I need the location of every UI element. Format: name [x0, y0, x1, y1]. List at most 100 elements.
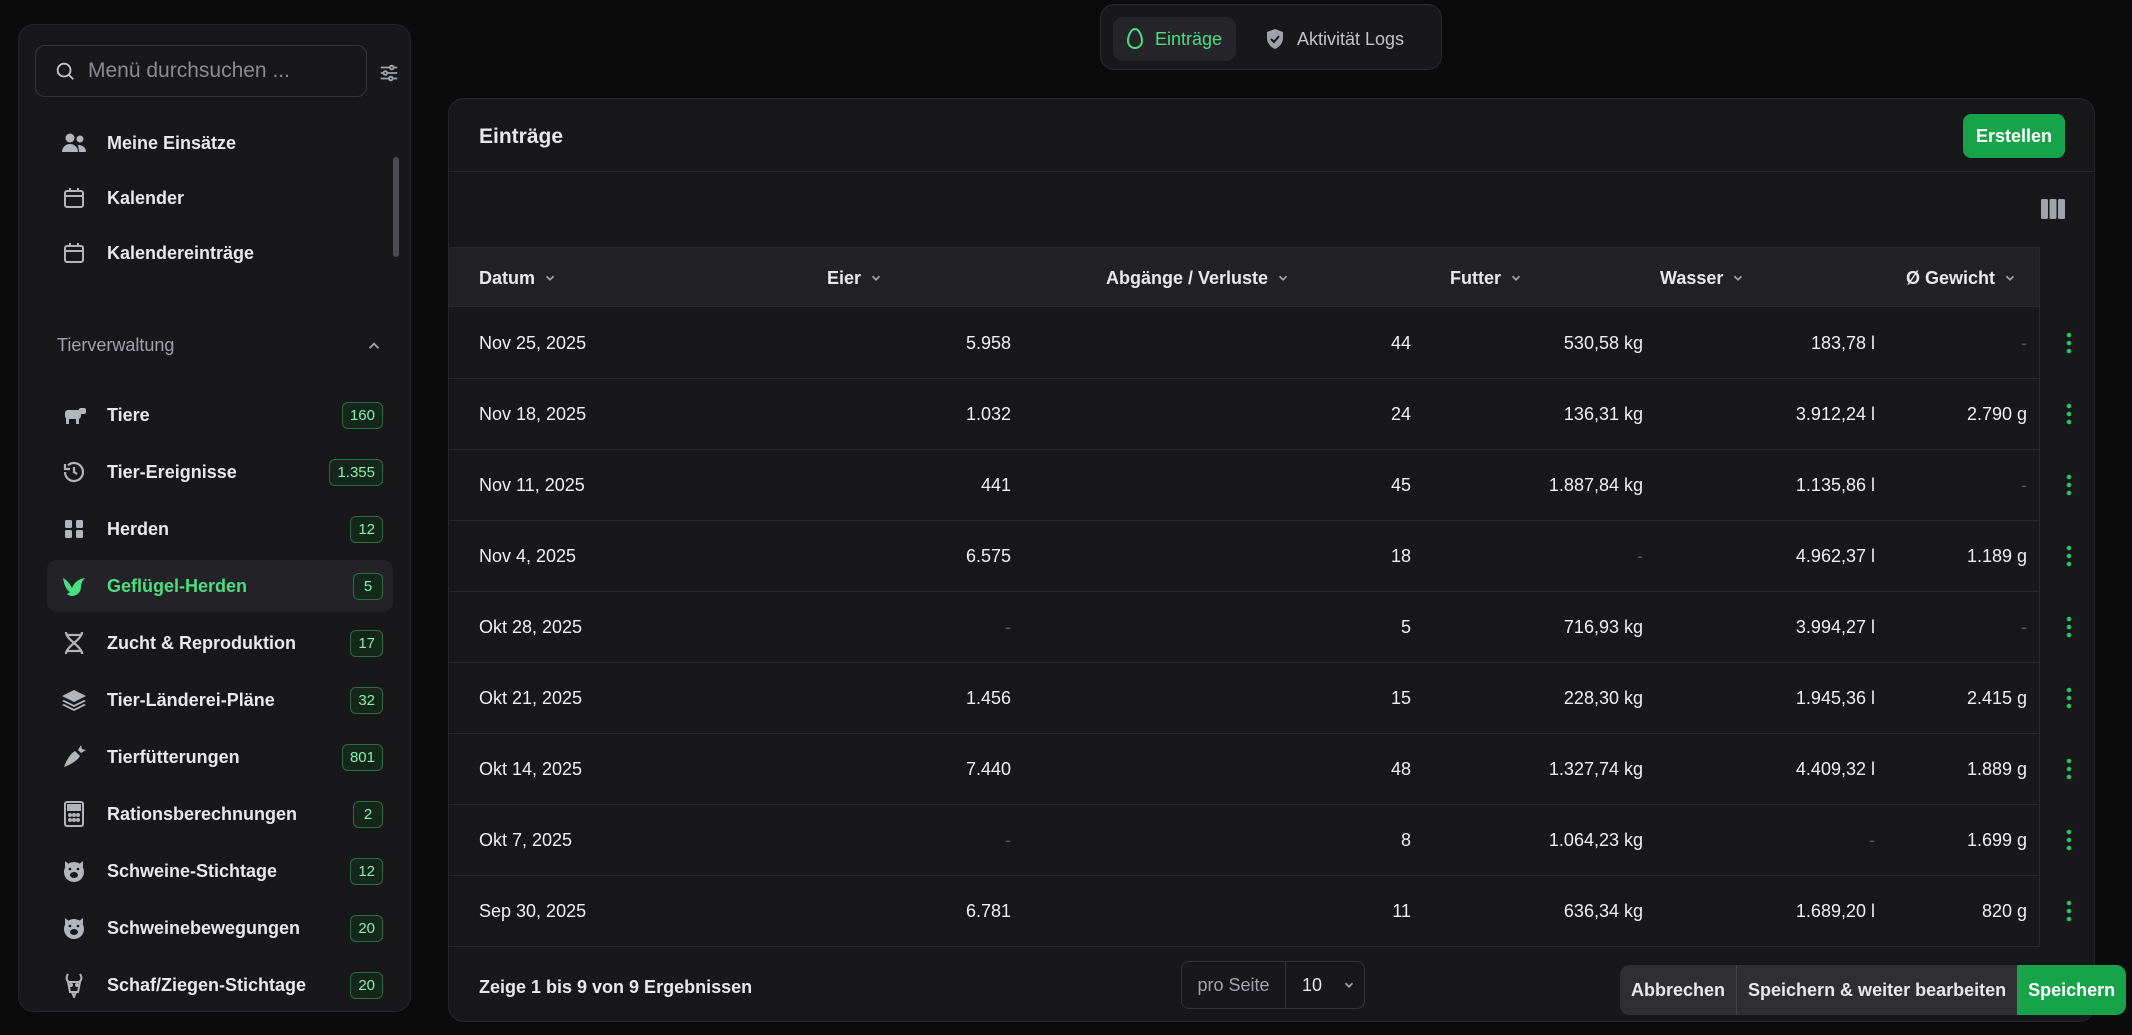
header-label: Abgänge / Verluste	[1106, 267, 1269, 288]
sidebar-item-schaf-ziegen-stichtage[interactable]: Schaf/Ziegen-Stichtage 20	[47, 959, 393, 1011]
cell-gewicht: 820 g	[1981, 900, 2027, 921]
sidebar-item-kalendereintraege[interactable]: Kalendereinträge	[47, 227, 393, 279]
sidebar-item-tiere[interactable]: Tiere 160	[47, 389, 393, 441]
cell-wasser: 4.962,37 l	[1795, 545, 1875, 566]
cell-wasser: 3.912,24 l	[1795, 403, 1875, 424]
count-badge: 160	[341, 402, 383, 429]
count-badge: 12	[350, 516, 383, 543]
sidebar-group-tierverwaltung[interactable]: Tierverwaltung	[57, 335, 383, 356]
column-header-wasser[interactable]: Wasser	[1660, 248, 1745, 308]
cell-abgaenge: 15	[1390, 687, 1411, 708]
chevron-down-icon	[871, 275, 881, 281]
count-badge: 12	[350, 858, 383, 885]
table-row[interactable]: Nov 18, 2025 1.032 24 136,31 kg 3.912,24 l 2.…	[449, 379, 2039, 450]
cell-datum: Okt 14, 2025	[479, 758, 583, 779]
sidebar-item-label: Kalendereinträge	[107, 242, 255, 263]
sidebar-item-tier-ereignisse[interactable]: Tier-Ereignisse 1.355	[47, 446, 393, 498]
sidebar-item-label: Meine Einsätze	[107, 132, 237, 153]
cell-eier: 1.032	[965, 403, 1011, 424]
cancel-button[interactable]: Abbrechen	[1620, 965, 1737, 1015]
cell-wasser: -	[1869, 829, 1875, 850]
column-header-eier[interactable]: Eier	[827, 248, 883, 308]
sidebar-item-kalender[interactable]: Kalender	[47, 172, 393, 224]
sidebar-item-meine-einsaetze[interactable]: Meine Einsätze	[47, 117, 393, 169]
table-row[interactable]: Okt 14, 2025 7.440 48 1.327,74 kg 4.409,32 l…	[449, 734, 2039, 805]
cell-wasser: 1.135,86 l	[1795, 474, 1875, 495]
cell-datum: Okt 28, 2025	[479, 616, 583, 637]
column-header-futter[interactable]: Futter	[1450, 248, 1523, 308]
save-and-continue-button[interactable]: Speichern & weiter bearbeiten	[1736, 965, 2018, 1015]
search-icon	[56, 62, 74, 80]
column-header-gewicht[interactable]: Ø Gewicht	[1906, 248, 2017, 308]
sidebar-item-label: Tiere	[107, 404, 150, 425]
top-tabs: Einträge Aktivität Logs	[1100, 4, 1442, 70]
count-badge: 20	[350, 915, 383, 942]
cell-futter: 1.327,74 kg	[1548, 758, 1643, 779]
header-label: Futter	[1450, 267, 1501, 288]
chevron-down-icon	[1344, 982, 1354, 988]
per-page-select[interactable]: pro Seite 10	[1181, 961, 1365, 1009]
herd-icon	[59, 514, 89, 544]
chevron-down-icon	[545, 275, 555, 281]
sidebar-item-rationsberechnungen[interactable]: Rationsberechnungen 2	[47, 788, 393, 840]
tab-aktivitaet-logs[interactable]: Aktivität Logs	[1251, 17, 1418, 61]
pig-icon	[59, 856, 89, 886]
cell-abgaenge: 48	[1390, 758, 1411, 779]
form-action-bar: Abbrechen Speichern & weiter bearbeiten …	[1620, 965, 2127, 1015]
count-badge: 1.355	[329, 459, 383, 486]
cell-abgaenge: 24	[1390, 403, 1411, 424]
column-header-datum[interactable]: Datum	[479, 248, 557, 308]
carrot-icon	[59, 742, 89, 772]
cell-futter: 136,31 kg	[1563, 403, 1643, 424]
table-row[interactable]: Nov 4, 2025 6.575 18 - 4.962,37 l 1.189 g	[449, 521, 2039, 592]
table-row[interactable]: Okt 28, 2025 - 5 716,93 kg 3.994,27 l -	[449, 592, 2039, 663]
search-input[interactable]	[88, 59, 348, 83]
tab-eintraege[interactable]: Einträge	[1113, 17, 1237, 61]
sidebar-item-tierfuetterungen[interactable]: Tierfütterungen 801	[47, 731, 393, 783]
chevron-down-icon	[1278, 275, 1288, 281]
table-row[interactable]: Okt 21, 2025 1.456 15 228,30 kg 1.945,36 l 2.…	[449, 663, 2039, 734]
cell-futter: 228,30 kg	[1563, 687, 1643, 708]
history-icon	[59, 457, 89, 487]
chevron-down-icon	[1734, 275, 1743, 281]
sidebar-item-herden[interactable]: Herden 12	[47, 503, 393, 555]
cell-abgaenge: 18	[1390, 545, 1411, 566]
row-actions-column	[2039, 247, 2094, 947]
cell-datum: Nov 11, 2025	[479, 474, 585, 495]
column-header-abgaenge[interactable]: Abgänge / Verluste	[1106, 248, 1290, 308]
table-row[interactable]: Nov 11, 2025 441 45 1.887,84 kg 1.135,86 l -	[449, 450, 2039, 521]
search-box[interactable]	[35, 45, 367, 97]
create-button[interactable]: Erstellen	[1963, 114, 2065, 158]
count-badge: 5	[353, 573, 383, 600]
save-button[interactable]: Speichern	[2017, 965, 2127, 1015]
cell-datum: Nov 25, 2025	[479, 332, 587, 353]
sidebar: Meine Einsätze Kalender Kalendereinträge…	[18, 24, 411, 1012]
cell-abgaenge: 5	[1400, 616, 1411, 637]
header-label: Ø Gewicht	[1906, 267, 1996, 288]
layers-icon	[59, 685, 89, 715]
cell-eier: -	[1005, 616, 1011, 637]
sidebar-item-schweine-stichtage[interactable]: Schweine-Stichtage 12	[47, 845, 393, 897]
table-row[interactable]: Okt 7, 2025 - 8 1.064,23 kg - 1.699 g	[449, 805, 2039, 876]
sidebar-scrollbar[interactable]	[393, 157, 399, 257]
cell-futter: 530,58 kg	[1563, 332, 1643, 353]
columns-icon[interactable]	[2041, 199, 2067, 221]
cell-futter: 716,93 kg	[1563, 616, 1643, 637]
sidebar-item-zucht-reproduktion[interactable]: Zucht & Reproduktion 17	[47, 617, 393, 669]
table-row[interactable]: Sep 30, 2025 6.781 11 636,34 kg 1.689,20 l 82…	[449, 876, 2039, 947]
cell-gewicht: 1.699 g	[1966, 829, 2027, 850]
filter-icon[interactable]	[375, 59, 403, 87]
table-row[interactable]: Nov 25, 2025 5.958 44 530,58 kg 183,78 l -	[449, 308, 2039, 379]
sidebar-item-label: Tierfütterungen	[107, 746, 240, 767]
sidebar-group-label: Tierverwaltung	[57, 335, 175, 355]
header-label: Wasser	[1660, 267, 1724, 288]
cell-gewicht: 2.790 g	[1966, 403, 2027, 424]
cell-datum: Sep 30, 2025	[479, 900, 587, 921]
sidebar-item-label: Tier-Ereignisse	[107, 461, 237, 482]
sidebar-item-gefluegel-herden[interactable]: Geflügel-Herden 5	[47, 560, 393, 612]
cell-gewicht: 1.889 g	[1966, 758, 2027, 779]
cell-wasser: 1.689,20 l	[1795, 900, 1875, 921]
header-label: Datum	[479, 267, 536, 288]
sidebar-item-schweinebewegungen[interactable]: Schweinebewegungen 20	[47, 902, 393, 954]
sidebar-item-tier-laenderei-plaene[interactable]: Tier-Länderei-Pläne 32	[47, 674, 393, 726]
